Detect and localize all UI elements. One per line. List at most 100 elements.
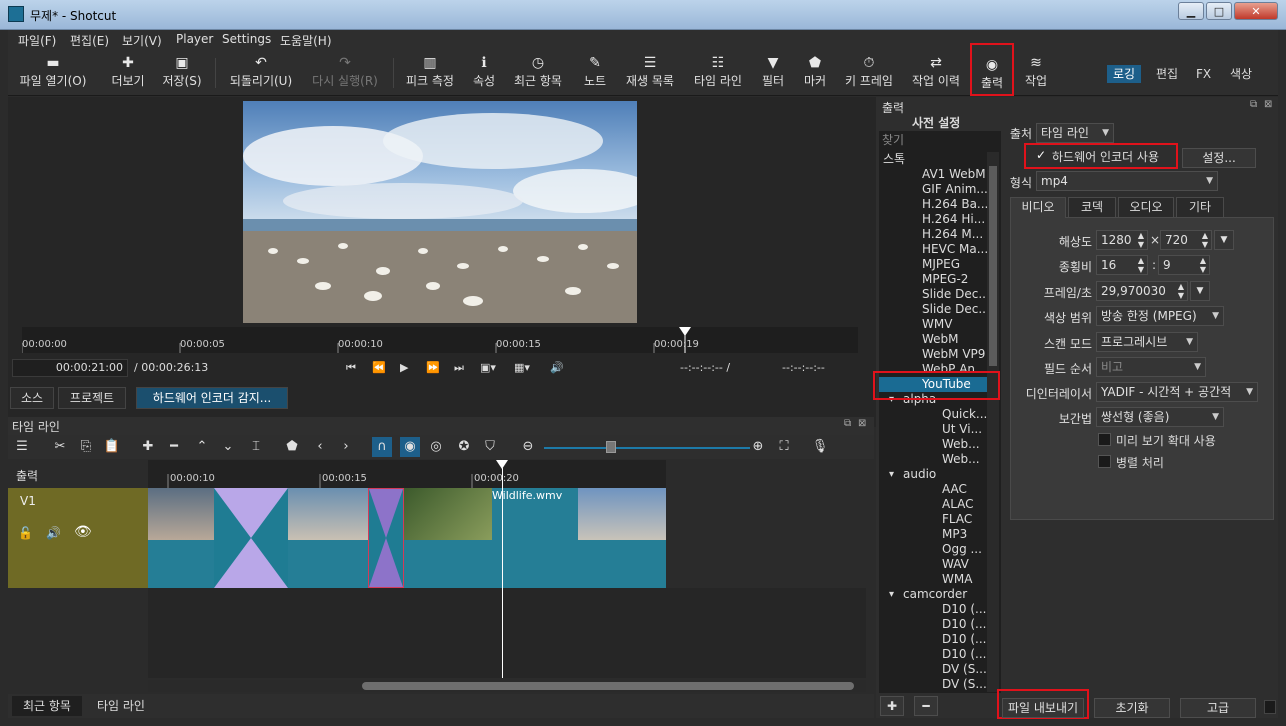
tab-recent[interactable]: 최근 항목 <box>12 696 82 716</box>
tab-video[interactable]: 비디오 <box>1010 197 1066 218</box>
snap-icon[interactable]: ∩ <box>372 437 392 457</box>
paste-icon[interactable]: 📋 <box>102 437 122 457</box>
split-icon[interactable]: ⌶ <box>246 437 266 457</box>
timeline-empty-area[interactable] <box>148 588 866 678</box>
zoom-in-icon[interactable]: ⊕ <box>748 437 768 457</box>
presets-scrollbar[interactable] <box>987 152 999 692</box>
more-button[interactable]: ✚ 더보기 <box>104 50 152 96</box>
preset-item[interactable]: HEVC Ma... <box>879 242 987 257</box>
markers-button[interactable]: ⬟ 마커 <box>798 50 832 96</box>
scrollbar-thumb[interactable] <box>989 166 997 366</box>
export-file-button[interactable]: 파일 내보내기 <box>1002 698 1084 718</box>
player-scrubber[interactable]: 00:00:00 00:00:05 00:00:10 00:00:15 00:0… <box>22 327 858 353</box>
redo-button[interactable]: ↷ 다시 실행(R) <box>307 50 383 96</box>
preset-category[interactable]: ▾ audio <box>879 467 987 482</box>
tab-other[interactable]: 기타 <box>1176 197 1224 218</box>
skip-start-icon[interactable]: ⏮ <box>346 361 356 375</box>
menu-file[interactable]: 파일(F) <box>18 32 56 49</box>
marker-add-icon[interactable]: ⬟ <box>282 437 302 457</box>
notes-button[interactable]: ✎ 노트 <box>580 50 610 96</box>
track-header-v1[interactable]: V1 🔓 🔊 👁 <box>8 488 148 588</box>
tab-codec[interactable]: 코덱 <box>1068 197 1116 218</box>
mode-fx[interactable]: FX <box>1190 65 1217 83</box>
fps-spinbox[interactable]: 29,970030 ▲ ▼ <box>1096 281 1188 301</box>
tab-hw-encoder-detect[interactable]: 하드웨어 인코더 감지... <box>136 387 288 409</box>
preset-item[interactable]: Web... <box>879 437 987 452</box>
recent-button[interactable]: ◷ 최근 항목 <box>510 50 566 96</box>
previous-marker-icon[interactable]: ‹ <box>310 437 330 457</box>
record-audio-icon[interactable]: 🎙 <box>810 437 830 457</box>
preset-item[interactable]: MP3 <box>879 527 987 542</box>
preset-item[interactable]: MPEG-2 <box>879 272 987 287</box>
keyframes-button[interactable]: ⏱ 키 프레임 <box>840 50 898 96</box>
timeline-transition[interactable] <box>214 488 288 588</box>
preview-scale-checkbox[interactable] <box>1098 433 1111 446</box>
timeline-clip[interactable] <box>148 488 214 588</box>
preset-item[interactable]: D10 (... <box>879 632 987 647</box>
preset-item[interactable]: H.264 M... <box>879 227 987 242</box>
visibility-eye-icon[interactable]: 👁 <box>74 524 92 540</box>
timeline-clip-wildlife[interactable]: Wildlife.wmv <box>404 488 666 588</box>
preset-item[interactable]: MJPEG <box>879 257 987 272</box>
mode-color[interactable]: 색상 <box>1224 65 1258 83</box>
lock-icon[interactable]: 🔓 <box>18 526 33 540</box>
preset-search-input[interactable]: 찾기 <box>879 131 1001 149</box>
close-icon[interactable]: ⊠ <box>858 418 866 429</box>
encoder-settings-button[interactable]: 설정... <box>1182 148 1256 168</box>
preset-category[interactable]: ▾스톡 <box>879 152 987 167</box>
source-select[interactable]: 타임 라인 ▼ <box>1036 123 1114 143</box>
mode-logging[interactable]: 로깅 <box>1107 65 1142 83</box>
preset-item[interactable]: Ut Vi... <box>879 422 987 437</box>
color-range-select[interactable]: 방송 한정 (MPEG) ▼ <box>1096 306 1224 326</box>
rewind-icon[interactable]: ⏪ <box>372 361 386 374</box>
preset-item[interactable]: WMA <box>879 572 987 587</box>
aspect-height-spinbox[interactable]: 9 ▲ ▼ <box>1158 255 1210 275</box>
preset-category[interactable]: ▾ camcorder <box>879 587 987 602</box>
float-icon[interactable]: ⧉ <box>844 418 851 429</box>
timeline-transition[interactable] <box>368 488 404 588</box>
close-icon[interactable]: ⊠ <box>1264 99 1272 110</box>
tab-project[interactable]: 프로젝트 <box>58 387 126 409</box>
advanced-toggle[interactable] <box>1264 700 1276 714</box>
preset-item[interactable]: DV (S... <box>879 677 987 692</box>
preset-item[interactable]: WebM <box>879 332 987 347</box>
position-timecode[interactable]: 00:00:21:00 <box>12 359 128 377</box>
tab-audio[interactable]: 오디오 <box>1118 197 1174 218</box>
lift-icon[interactable]: ⌃ <box>192 437 212 457</box>
preset-item[interactable]: Quick... <box>879 407 987 422</box>
preset-item[interactable]: WebM VP9 <box>879 347 987 362</box>
skip-end-icon[interactable]: ⏭ <box>454 361 464 375</box>
preset-item[interactable]: D10 (... <box>879 602 987 617</box>
undo-button[interactable]: ↶ 되돌리기(U) <box>223 50 299 96</box>
reset-button[interactable]: 초기화 <box>1094 698 1170 718</box>
menu-settings[interactable]: Settings <box>222 32 271 46</box>
zoom-fit-icon[interactable]: ⛶ <box>774 437 794 457</box>
timeline-scrollbar[interactable] <box>148 680 866 692</box>
zoom-icon[interactable]: ▣▾ <box>480 361 496 374</box>
peak-meter-button[interactable]: ▥ 피크 측정 <box>402 50 458 96</box>
menu-icon[interactable]: ☰ <box>12 437 32 457</box>
hw-encoder-checkbox[interactable]: ✓ <box>1036 148 1050 162</box>
timeline-clip[interactable] <box>288 488 368 588</box>
preset-item[interactable]: ALAC <box>879 497 987 512</box>
menu-player[interactable]: Player <box>176 32 213 46</box>
deinterlacer-select[interactable]: YADIF - 시간적 + 공간적 ▼ <box>1096 382 1258 402</box>
tab-timeline[interactable]: 타임 라인 <box>88 696 154 716</box>
copy-icon[interactable]: ⎘ <box>76 437 96 457</box>
properties-button[interactable]: ℹ 속성 <box>468 50 500 96</box>
ripple-all-icon[interactable]: ✪ <box>454 437 474 457</box>
ripple-icon[interactable]: ◎ <box>426 437 446 457</box>
preset-item[interactable]: D10 (... <box>879 617 987 632</box>
export-button[interactable]: ◉ 출력 <box>970 43 1014 96</box>
preset-item[interactable]: D10 (... <box>879 647 987 662</box>
preset-item[interactable]: FLAC <box>879 512 987 527</box>
preset-item[interactable]: H.264 Hi... <box>879 212 987 227</box>
preset-item[interactable]: Slide Dec... <box>879 287 987 302</box>
tab-source[interactable]: 소스 <box>10 387 54 409</box>
scrub-icon[interactable]: ◉ <box>400 437 420 457</box>
preset-item[interactable]: AAC <box>879 482 987 497</box>
jobs-button[interactable]: ≋ 작업 <box>1018 50 1054 96</box>
menu-view[interactable]: 보기(V) <box>122 32 162 49</box>
fps-preset-dropdown[interactable]: ▼ <box>1190 281 1210 301</box>
zoom-slider[interactable] <box>544 447 750 449</box>
